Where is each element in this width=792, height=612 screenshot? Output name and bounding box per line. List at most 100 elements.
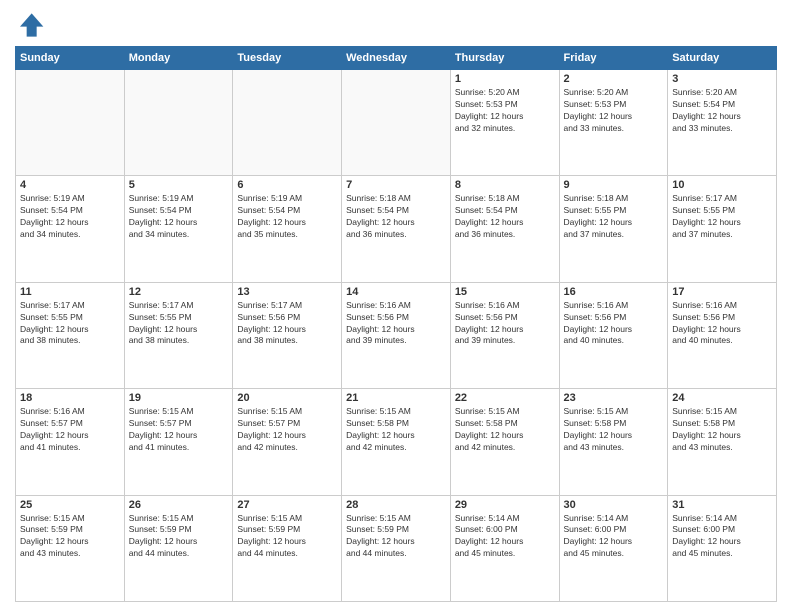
calendar-table: SundayMondayTuesdayWednesdayThursdayFrid… bbox=[15, 46, 777, 602]
day-info: Sunrise: 5:16 AM Sunset: 5:57 PM Dayligh… bbox=[20, 406, 120, 454]
day-info: Sunrise: 5:18 AM Sunset: 5:55 PM Dayligh… bbox=[564, 193, 664, 241]
calendar-week-3: 11Sunrise: 5:17 AM Sunset: 5:55 PM Dayli… bbox=[16, 282, 777, 388]
calendar-week-1: 1 Sunrise: 5:20 AM Sunset: 5:53 PM Daylig… bbox=[16, 70, 777, 176]
day-number: 17 bbox=[672, 286, 772, 298]
day-number: 9 bbox=[564, 179, 664, 191]
calendar-cell bbox=[16, 70, 125, 176]
calendar-cell: 22 Sunrise: 5:15 AM Sunset: 5:58 PM Dayli… bbox=[450, 389, 559, 495]
day-info: Sunrise: 5:16 AM Sunset: 5:56 PM Dayligh… bbox=[564, 300, 664, 348]
calendar-cell: 27 Sunrise: 5:15 AM Sunset: 5:59 PM Dayli… bbox=[233, 495, 342, 601]
day-number: 29 bbox=[455, 499, 555, 511]
day-number: 27 bbox=[237, 499, 337, 511]
calendar-header-row: SundayMondayTuesdayWednesdayThursdayFrid… bbox=[16, 47, 777, 70]
calendar-cell: 30 Sunrise: 5:14 AM Sunset: 6:00 PM Dayli… bbox=[559, 495, 668, 601]
calendar-week-5: 25 Sunrise: 5:15 AM Sunset: 5:59 PM Dayli… bbox=[16, 495, 777, 601]
day-info: Sunrise: 5:20 AM Sunset: 5:53 PM Dayligh… bbox=[564, 87, 664, 135]
day-info: Sunrise: 5:19 AM Sunset: 5:54 PM Dayligh… bbox=[20, 193, 120, 241]
calendar-cell: 4 Sunrise: 5:19 AM Sunset: 5:54 PM Daylig… bbox=[16, 176, 125, 282]
day-number: 6 bbox=[237, 179, 337, 191]
day-info: Sunrise: 5:15 AM Sunset: 5:59 PM Dayligh… bbox=[20, 513, 120, 561]
day-number: 24 bbox=[672, 392, 772, 404]
day-number: 2 bbox=[564, 73, 664, 85]
calendar-cell: 25 Sunrise: 5:15 AM Sunset: 5:59 PM Dayli… bbox=[16, 495, 125, 601]
day-info: Sunrise: 5:19 AM Sunset: 5:54 PM Dayligh… bbox=[129, 193, 229, 241]
day-number: 1 bbox=[455, 73, 555, 85]
calendar-cell: 31Sunrise: 5:14 AM Sunset: 6:00 PM Dayli… bbox=[668, 495, 777, 601]
day-info: Sunrise: 5:20 AM Sunset: 5:53 PM Dayligh… bbox=[455, 87, 555, 135]
day-number: 23 bbox=[564, 392, 664, 404]
day-info: Sunrise: 5:18 AM Sunset: 5:54 PM Dayligh… bbox=[455, 193, 555, 241]
calendar-cell: 23 Sunrise: 5:15 AM Sunset: 5:58 PM Dayli… bbox=[559, 389, 668, 495]
calendar-cell: 12 Sunrise: 5:17 AM Sunset: 5:55 PM Dayli… bbox=[124, 282, 233, 388]
calendar-week-2: 4 Sunrise: 5:19 AM Sunset: 5:54 PM Daylig… bbox=[16, 176, 777, 282]
day-info: Sunrise: 5:15 AM Sunset: 5:58 PM Dayligh… bbox=[672, 406, 772, 454]
day-info: Sunrise: 5:15 AM Sunset: 5:59 PM Dayligh… bbox=[237, 513, 337, 561]
calendar-week-4: 18Sunrise: 5:16 AM Sunset: 5:57 PM Dayli… bbox=[16, 389, 777, 495]
day-info: Sunrise: 5:20 AM Sunset: 5:54 PM Dayligh… bbox=[672, 87, 772, 135]
day-info: Sunrise: 5:17 AM Sunset: 5:55 PM Dayligh… bbox=[129, 300, 229, 348]
day-info: Sunrise: 5:17 AM Sunset: 5:55 PM Dayligh… bbox=[20, 300, 120, 348]
calendar-cell: 10 Sunrise: 5:17 AM Sunset: 5:55 PM Dayli… bbox=[668, 176, 777, 282]
day-number: 25 bbox=[20, 499, 120, 511]
calendar-cell: 5Sunrise: 5:19 AM Sunset: 5:54 PM Daylig… bbox=[124, 176, 233, 282]
page: SundayMondayTuesdayWednesdayThursdayFrid… bbox=[0, 0, 792, 612]
calendar-cell: 3 Sunrise: 5:20 AM Sunset: 5:54 PM Daylig… bbox=[668, 70, 777, 176]
day-number: 3 bbox=[672, 73, 772, 85]
calendar-cell: 6Sunrise: 5:19 AM Sunset: 5:54 PM Daylig… bbox=[233, 176, 342, 282]
calendar-cell: 15 Sunrise: 5:16 AM Sunset: 5:56 PM Dayli… bbox=[450, 282, 559, 388]
day-number: 26 bbox=[129, 499, 229, 511]
day-number: 28 bbox=[346, 499, 446, 511]
day-number: 4 bbox=[20, 179, 120, 191]
day-info: Sunrise: 5:15 AM Sunset: 5:58 PM Dayligh… bbox=[346, 406, 446, 454]
day-number: 15 bbox=[455, 286, 555, 298]
day-info: Sunrise: 5:15 AM Sunset: 5:58 PM Dayligh… bbox=[455, 406, 555, 454]
day-info: Sunrise: 5:14 AM Sunset: 6:00 PM Dayligh… bbox=[455, 513, 555, 561]
day-number: 10 bbox=[672, 179, 772, 191]
day-info: Sunrise: 5:17 AM Sunset: 5:55 PM Dayligh… bbox=[672, 193, 772, 241]
day-number: 30 bbox=[564, 499, 664, 511]
calendar-cell: 19 Sunrise: 5:15 AM Sunset: 5:57 PM Dayli… bbox=[124, 389, 233, 495]
day-info: Sunrise: 5:15 AM Sunset: 5:57 PM Dayligh… bbox=[129, 406, 229, 454]
day-number: 19 bbox=[129, 392, 229, 404]
calendar-cell: 20 Sunrise: 5:15 AM Sunset: 5:57 PM Dayli… bbox=[233, 389, 342, 495]
calendar-cell: 26 Sunrise: 5:15 AM Sunset: 5:59 PM Dayli… bbox=[124, 495, 233, 601]
calendar-cell bbox=[342, 70, 451, 176]
calendar-cell: 24 Sunrise: 5:15 AM Sunset: 5:58 PM Dayli… bbox=[668, 389, 777, 495]
calendar-weekday-monday: Monday bbox=[124, 47, 233, 70]
calendar-weekday-saturday: Saturday bbox=[668, 47, 777, 70]
calendar-weekday-wednesday: Wednesday bbox=[342, 47, 451, 70]
calendar-cell: 2 Sunrise: 5:20 AM Sunset: 5:53 PM Daylig… bbox=[559, 70, 668, 176]
day-info: Sunrise: 5:16 AM Sunset: 5:56 PM Dayligh… bbox=[346, 300, 446, 348]
day-number: 13 bbox=[237, 286, 337, 298]
calendar-cell: 21 Sunrise: 5:15 AM Sunset: 5:58 PM Dayli… bbox=[342, 389, 451, 495]
logo-icon bbox=[15, 10, 45, 40]
day-info: Sunrise: 5:15 AM Sunset: 5:57 PM Dayligh… bbox=[237, 406, 337, 454]
day-info: Sunrise: 5:15 AM Sunset: 5:59 PM Dayligh… bbox=[129, 513, 229, 561]
day-number: 8 bbox=[455, 179, 555, 191]
day-info: Sunrise: 5:16 AM Sunset: 5:56 PM Dayligh… bbox=[672, 300, 772, 348]
logo bbox=[15, 10, 49, 40]
calendar-cell: 16 Sunrise: 5:16 AM Sunset: 5:56 PM Dayli… bbox=[559, 282, 668, 388]
day-info: Sunrise: 5:17 AM Sunset: 5:56 PM Dayligh… bbox=[237, 300, 337, 348]
day-info: Sunrise: 5:18 AM Sunset: 5:54 PM Dayligh… bbox=[346, 193, 446, 241]
calendar-cell: 28 Sunrise: 5:15 AM Sunset: 5:59 PM Dayli… bbox=[342, 495, 451, 601]
day-number: 31 bbox=[672, 499, 772, 511]
day-number: 22 bbox=[455, 392, 555, 404]
day-number: 20 bbox=[237, 392, 337, 404]
day-info: Sunrise: 5:16 AM Sunset: 5:56 PM Dayligh… bbox=[455, 300, 555, 348]
calendar-cell: 11Sunrise: 5:17 AM Sunset: 5:55 PM Dayli… bbox=[16, 282, 125, 388]
calendar-cell bbox=[233, 70, 342, 176]
calendar-weekday-thursday: Thursday bbox=[450, 47, 559, 70]
calendar-cell: 7 Sunrise: 5:18 AM Sunset: 5:54 PM Daylig… bbox=[342, 176, 451, 282]
calendar-cell: 14 Sunrise: 5:16 AM Sunset: 5:56 PM Dayli… bbox=[342, 282, 451, 388]
day-info: Sunrise: 5:14 AM Sunset: 6:00 PM Dayligh… bbox=[564, 513, 664, 561]
day-number: 16 bbox=[564, 286, 664, 298]
calendar-cell: 17 Sunrise: 5:16 AM Sunset: 5:56 PM Dayli… bbox=[668, 282, 777, 388]
day-info: Sunrise: 5:15 AM Sunset: 5:58 PM Dayligh… bbox=[564, 406, 664, 454]
calendar-weekday-tuesday: Tuesday bbox=[233, 47, 342, 70]
day-number: 14 bbox=[346, 286, 446, 298]
day-number: 7 bbox=[346, 179, 446, 191]
day-number: 21 bbox=[346, 392, 446, 404]
day-info: Sunrise: 5:15 AM Sunset: 5:59 PM Dayligh… bbox=[346, 513, 446, 561]
day-number: 12 bbox=[129, 286, 229, 298]
